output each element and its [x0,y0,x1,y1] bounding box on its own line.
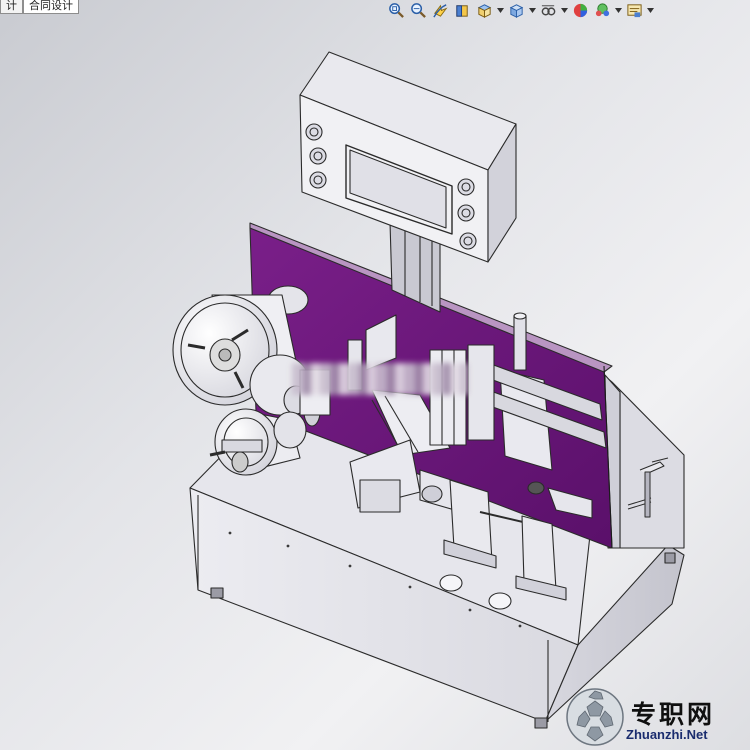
site-watermark-logo: 专职网 Zhuanzhi.Net [565,685,750,750]
chevron-down-icon[interactable] [614,0,622,20]
right-housing [599,371,685,549]
document-tab-active[interactable]: 合同设计 [23,0,79,14]
view-settings-icon [626,3,642,17]
chevron-down-icon[interactable] [560,0,568,20]
hide-show-items-icon [541,4,555,15]
view-orientation-button[interactable] [474,0,494,20]
site-logo-text: 专职网 [631,700,716,729]
view-orientation-icon [477,3,491,18]
chevron-down-icon[interactable] [528,0,536,20]
zoom-to-area-button[interactable] [408,0,428,20]
hide-show-items-button[interactable] [538,0,558,20]
apply-scene-button[interactable] [592,0,612,20]
edit-appearance-icon [573,3,587,17]
heads-up-view-toolbar [386,0,654,20]
chevron-down-icon[interactable] [646,0,654,20]
view-settings-button[interactable] [624,0,644,20]
previous-view-button[interactable] [430,0,450,20]
display-style-icon [509,3,523,18]
section-view-icon [455,4,468,17]
document-tab-strip: 计 合同设计 [0,0,79,14]
edit-appearance-button[interactable] [570,0,590,20]
zoom-to-area-icon [410,2,426,18]
apply-scene-icon [595,2,609,16]
chevron-down-icon[interactable] [496,0,504,20]
soccer-ball-logo-icon [566,688,624,746]
blurred-text-mark [292,363,468,395]
zoom-to-fit-button[interactable] [386,0,406,20]
document-tab[interactable]: 计 [0,0,23,14]
previous-view-icon [432,3,448,17]
display-style-button[interactable] [506,0,526,20]
zoom-to-fit-icon [388,2,404,18]
site-logo-url: Zhuanzhi.Net [626,727,708,742]
section-view-button[interactable] [452,0,472,20]
label-reel [172,285,311,416]
graphics-viewport[interactable]: 计 合同设计 专职网 Zhuanzhi.Net [0,0,750,750]
